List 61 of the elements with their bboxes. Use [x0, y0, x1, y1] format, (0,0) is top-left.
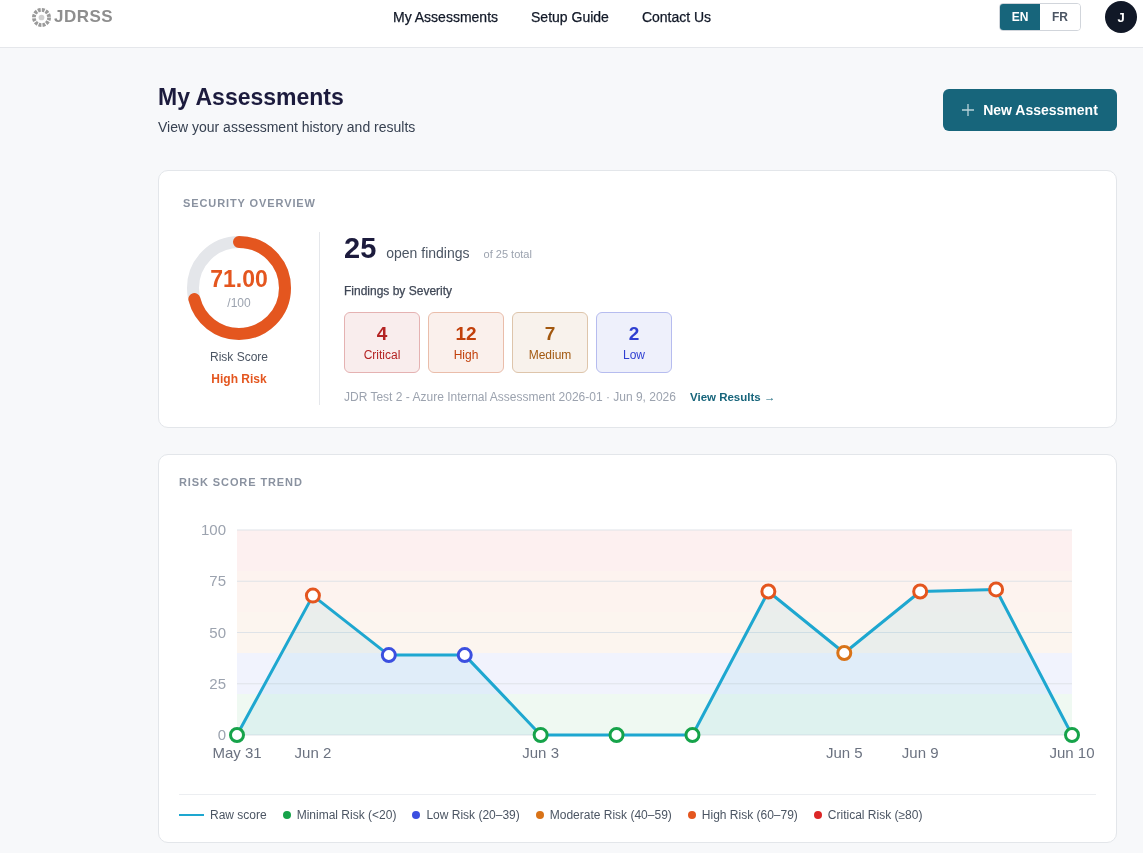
- card-heading: RISK SCORE TREND: [179, 475, 304, 489]
- data-point: [760, 583, 777, 600]
- data-point: [456, 647, 473, 664]
- nav-link[interactable]: Setup Guide: [531, 0, 609, 34]
- plus-icon: [962, 104, 975, 116]
- severity-label: Low: [623, 346, 645, 363]
- gauge-label: Risk Score: [210, 349, 268, 365]
- latest-assessment-text: JDR Test 2 - Azure Internal Assessment 2026-01 · Jun 9, 2026: [344, 389, 676, 405]
- x-axis-label: Jun 9: [901, 744, 939, 761]
- data-point: [532, 727, 549, 743]
- y-axis-label: 100: [200, 521, 226, 538]
- y-axis-label: 25: [209, 674, 226, 692]
- data-point: [304, 587, 321, 604]
- legend-label: Low Risk (20–39): [426, 808, 520, 822]
- legend-label: Moderate Risk (40–59): [549, 808, 672, 822]
- line-swatch-icon: [179, 814, 204, 816]
- data-point: [229, 727, 245, 743]
- severity-count: 7: [544, 322, 556, 345]
- nav-link[interactable]: My Assessments: [393, 0, 499, 34]
- x-axis-label: May 31: [212, 744, 262, 761]
- view-results-link[interactable]: View Results →: [689, 389, 776, 405]
- severity-label: Medium: [528, 346, 572, 363]
- page-title: My Assessments: [158, 83, 345, 111]
- logo-icon: [32, 7, 51, 27]
- y-axis-label: 50: [209, 623, 226, 641]
- open-findings-label: open findings: [386, 245, 470, 261]
- data-point: [380, 647, 397, 664]
- page-subtitle: View your assessment history and results: [158, 118, 416, 136]
- x-axis-label: Jun 3: [522, 744, 559, 761]
- open-findings-count: 25: [344, 232, 377, 264]
- data-point: [988, 581, 1005, 598]
- severity-count: 4: [376, 322, 388, 345]
- data-point: [1064, 727, 1080, 743]
- legend-label: Critical Risk (≥80): [827, 808, 923, 822]
- legend-label: Raw score: [210, 808, 267, 822]
- data-point: [684, 727, 701, 743]
- user-avatar[interactable]: J: [1105, 1, 1137, 33]
- legend-label: High Risk (60–79): [701, 808, 798, 822]
- new-assessment-button[interactable]: New Assessment: [943, 89, 1117, 131]
- score-max: /100: [227, 294, 251, 311]
- data-point: [836, 645, 853, 661]
- total-findings: of 25 total: [483, 248, 532, 260]
- nav-link[interactable]: Contact Us: [641, 0, 712, 34]
- y-axis-label: 75: [209, 572, 226, 590]
- severity-heading: Findings by Severity: [344, 283, 453, 299]
- severity-label: High: [453, 346, 479, 363]
- logo-text: JDRSS: [54, 7, 114, 27]
- severity-label: Critical: [363, 346, 401, 363]
- x-axis-label: Jun 2: [294, 744, 332, 761]
- language-option[interactable]: EN: [1000, 4, 1040, 30]
- severity-count: 12: [455, 322, 477, 345]
- risk-score-value: 71.00: [210, 265, 268, 292]
- data-point: [912, 583, 929, 600]
- severity-count: 2: [628, 322, 640, 345]
- card-heading: SECURITY OVERVIEW: [183, 196, 317, 210]
- legend-label: Minimal Risk (<20): [296, 808, 397, 822]
- x-axis-label: Jun 10: [1049, 744, 1095, 761]
- y-axis-label: 0: [217, 726, 226, 743]
- x-axis-label: Jun 5: [825, 744, 863, 761]
- data-point: [608, 727, 625, 743]
- risk-rating: High Risk: [211, 371, 267, 387]
